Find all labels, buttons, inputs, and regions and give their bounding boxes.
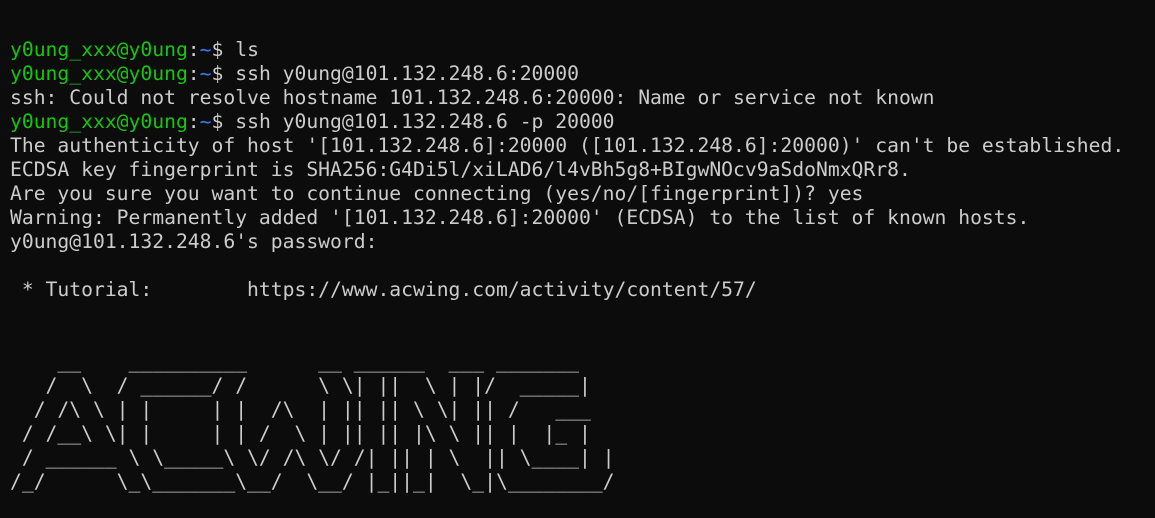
output-text: Are you sure you want to continue connec… [10,182,864,205]
output-line: ssh: Could not resolve hostname 101.132.… [10,86,1150,110]
prompt-colon: : [187,62,200,85]
output-line: y0ung@101.132.248.6's password: [10,230,1150,254]
output-text: ECDSA key fingerprint is SHA256:G4Di5l/x… [10,158,911,181]
output-text: ssh: Could not resolve hostname 101.132.… [10,86,935,109]
command-text: ssh y0ung@101.132.248.6 -p 20000 [235,110,615,133]
output-line: The authenticity of host '[101.132.248.6… [10,134,1150,158]
output-text: * Tutorial: https://www.acwing.com/activ… [10,278,757,301]
prompt-symbol: $ [211,62,236,85]
output-line: * Tutorial: https://www.acwing.com/activ… [10,278,1150,302]
output-line: Are you sure you want to continue connec… [10,182,1150,206]
ascii-art-line: / ______ \ \_____\ \/ /\ \/ /| || | \ ||… [10,446,615,469]
ascii-art-line: / /__\ \| | | | / \ | || || |\ \ || | |_… [10,422,591,445]
ascii-art-line: / \ / ______/ / \ \| || \ | |/ _____| [10,374,591,397]
ascii-art-line: / /\ \ | | | | /\ | || || \ \| || / ___ [10,398,591,421]
prompt-line: y0ung_xxx@y0ung:~$ ssh y0ung@101.132.248… [10,110,1150,134]
prompt-path: ~ [199,110,212,133]
command-text: ssh y0ung@101.132.248.6:20000 [235,62,579,85]
command-text: ls [235,38,259,61]
terminal-output: y0ung_xxx@y0ung:~$ ls y0ung_xxx@y0ung:~$ … [10,38,1150,302]
output-line: Warning: Permanently added '[101.132.248… [10,206,1150,230]
prompt-user-host: y0ung_xxx@y0ung [10,110,188,133]
prompt-symbol: $ [211,110,236,133]
ascii-art-line: __ __________ __ ______ ___ _______ [10,350,579,373]
prompt-line: y0ung_xxx@y0ung:~$ ls [10,38,1150,62]
prompt-line: y0ung_xxx@y0ung:~$ ssh y0ung@101.132.248… [10,62,1150,86]
output-text: The authenticity of host '[101.132.248.6… [10,134,1125,157]
prompt-path: ~ [199,38,212,61]
prompt-user-host: y0ung_xxx@y0ung [10,38,188,61]
prompt-colon: : [187,110,200,133]
prompt-path: ~ [199,62,212,85]
output-text: Warning: Permanently added '[101.132.248… [10,206,1030,229]
output-line: ECDSA key fingerprint is SHA256:G4Di5l/x… [10,158,1150,182]
prompt-user-host: y0ung_xxx@y0ung [10,62,188,85]
ascii-art-line: /_/ \_\_______\__/ \__/ |_||_| \_|\_____… [10,470,615,493]
terminal-window[interactable]: y0ung_xxx@y0ung:~$ ls y0ung_xxx@y0ung:~$ … [10,0,1150,518]
acwing-ascii-logo: __ __________ __ ______ ___ _______ / \ … [10,350,1150,494]
prompt-symbol: $ [211,38,236,61]
prompt-colon: : [187,38,200,61]
output-text: y0ung@101.132.248.6's password: [10,230,378,253]
